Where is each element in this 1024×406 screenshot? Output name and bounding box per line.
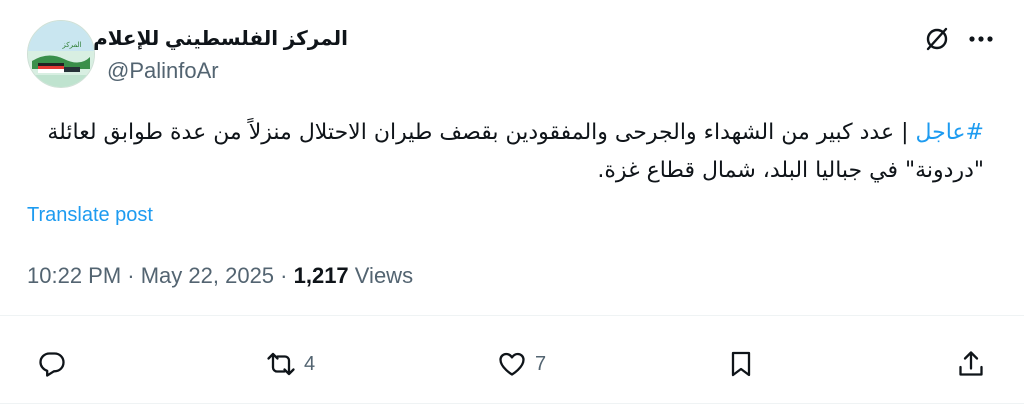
avatar[interactable]: المركز	[27, 20, 95, 88]
hashtag-link[interactable]: #عاجل	[915, 120, 984, 145]
repost-count: 4	[304, 352, 316, 375]
post-meta: 10:22 PM · May 22, 2025 · 1,217 Views	[27, 263, 413, 289]
more-options-icon[interactable]	[966, 26, 996, 52]
like-button[interactable]: 7	[497, 348, 546, 380]
post-body: | عدد كبير من الشهداء والجرحى والمفقودين…	[47, 120, 984, 183]
palinfo-logo-avatar: المركز	[28, 21, 94, 87]
grok-icon[interactable]	[922, 24, 952, 54]
repost-button[interactable]: 4	[266, 348, 315, 380]
post-text: #عاجل | عدد كبير من الشهداء والجرحى والم…	[26, 114, 984, 190]
author-display-name[interactable]: المركز الفلسطيني للإعلام	[93, 26, 348, 51]
meta-separator: ·	[121, 263, 141, 288]
translate-post-link[interactable]: Translate post	[27, 204, 153, 227]
share-icon	[959, 351, 983, 376]
like-count: 7	[535, 352, 547, 375]
bookmark-button[interactable]	[726, 348, 756, 380]
author-name-row[interactable]: المركز الفلسطيني للإعلام	[93, 24, 348, 52]
post-time[interactable]: 10:22 PM	[27, 263, 121, 288]
bottom-divider	[0, 403, 1024, 404]
share-button[interactable]	[956, 348, 986, 380]
post-date[interactable]: May 22, 2025	[141, 263, 274, 288]
meta-separator: ·	[274, 263, 294, 288]
author-handle[interactable]: @PalinfoAr	[107, 58, 219, 84]
svg-text:المركز: المركز	[61, 41, 81, 49]
views-count[interactable]: 1,217	[294, 263, 349, 288]
bookmark-icon	[731, 351, 751, 377]
views-label[interactable]: Views	[349, 263, 413, 288]
heart-icon	[499, 352, 525, 376]
reply-icon	[39, 352, 65, 377]
reply-button[interactable]	[37, 348, 67, 380]
divider	[0, 315, 1024, 316]
repost-icon	[267, 352, 295, 376]
